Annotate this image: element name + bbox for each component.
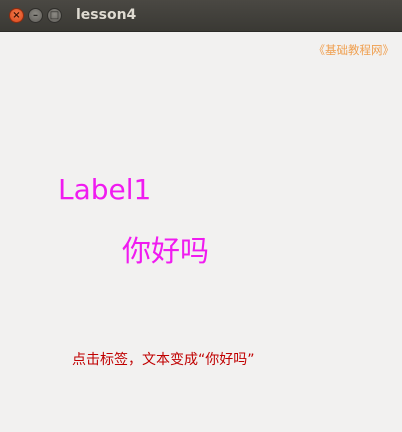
hello-label[interactable]: 你好吗: [122, 228, 209, 270]
app-window: × – □ lesson4 《基础教程网》 Label1 你好吗 点击标签，文本…: [0, 0, 402, 432]
watermark-text: 《基础教程网》: [313, 43, 395, 57]
label1-text: Label1: [58, 173, 152, 206]
maximize-icon[interactable]: □: [47, 8, 62, 23]
instruction-text: 点击标签，文本变成“你好吗”: [72, 352, 255, 368]
title-bar[interactable]: × – □ lesson4: [0, 0, 402, 32]
close-icon[interactable]: ×: [9, 8, 24, 23]
window-title: lesson4: [76, 7, 137, 23]
minimize-icon[interactable]: –: [28, 8, 43, 23]
